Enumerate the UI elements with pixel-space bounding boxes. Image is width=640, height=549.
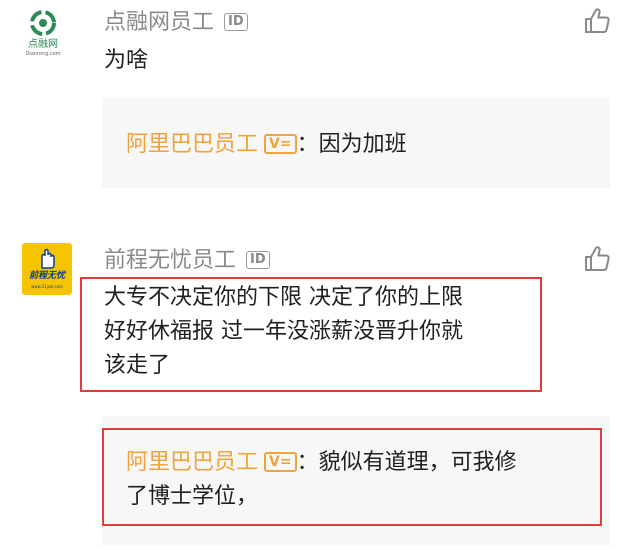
avatar-brand-url: Dianrong.com [25,51,61,57]
id-badge-icon: ID [246,251,270,269]
reply-content: 阿里巴巴员工 V= ：因为加班 [126,128,407,162]
dianrong-logo-icon [30,10,56,36]
like-icon[interactable] [582,244,612,274]
reply-line: 了博士学位， [126,484,259,509]
avatar-brand-name: 前程无忧 [28,271,65,281]
reply-author[interactable]: 阿里巴巴员工 [126,450,258,475]
avatar-brand-url: www.51job.com [31,284,63,289]
id-badge-icon: ID [224,13,248,31]
avatar-brand-name: 点融网 [28,39,58,50]
reply-author[interactable]: 阿里巴巴员工 [126,132,258,157]
reply-separator: ： [296,450,319,475]
comment-line: 该走了 [104,353,171,378]
comment-body: 大专不决定你的下限 决定了你的上限 好好休福报 过一年没涨薪没晋升你就 该走了 [104,281,463,383]
comment-line: 大专不决定你的下限 决定了你的上限 [104,285,463,310]
author-name[interactable]: 前程无忧员工 [104,248,236,273]
comment-line: 为啥 [104,48,149,73]
comment-author[interactable]: 前程无忧员工 ID [104,248,270,274]
51job-hand-logo-icon [41,248,55,269]
comment-author[interactable]: 点融网员工 ID [104,10,248,36]
comment-line: 好好休福报 过一年没涨薪没晋升你就 [104,319,463,344]
reply-line: 貌似有道理，可我修 [318,450,517,475]
comment-body: 为啥 [104,44,148,78]
verified-badge-icon: V= [264,134,297,154]
avatar-dianrong[interactable]: 点融网 Dianrong.com [22,8,64,58]
reply-line: 因为加班 [318,132,407,157]
like-icon[interactable] [582,6,612,36]
verified-badge-icon: V= [264,452,297,472]
reply-separator: ： [296,132,319,157]
avatar-51job[interactable]: 前程无忧 www.51job.com [22,243,72,295]
reply-content: 阿里巴巴员工 V= ：貌似有道理，可我修 了博士学位， [126,446,517,514]
reply-box[interactable]: 阿里巴巴员工 V= ：因为加班 [102,98,610,188]
author-name[interactable]: 点融网员工 [104,10,214,35]
